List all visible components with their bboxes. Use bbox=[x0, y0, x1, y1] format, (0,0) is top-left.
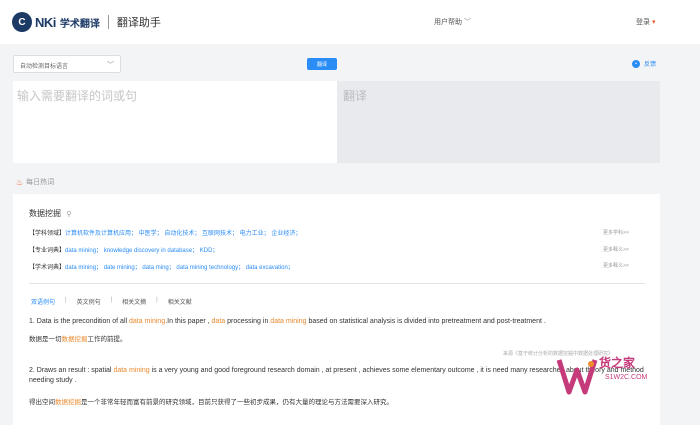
cnki-logo[interactable]: C NKi 学术翻译 翻译助手 bbox=[12, 12, 161, 32]
source-text-input[interactable] bbox=[13, 81, 337, 163]
logo-mark: C bbox=[12, 12, 32, 32]
tab-separator: | bbox=[65, 297, 67, 303]
language-select-value: 自动检测目标语言 bbox=[20, 64, 69, 70]
dict-row-subject: 【学科领域】计算机软件及计算机应用； 中医学； 自动化技术； 互联网技术； 电力… bbox=[29, 228, 301, 237]
tab-bilingual-examples[interactable]: 双语例句 bbox=[29, 297, 57, 306]
highlight-term: data mining bbox=[113, 367, 150, 374]
chevron-down-icon: ﹀ bbox=[463, 19, 471, 26]
example-text: processing in bbox=[225, 318, 271, 325]
daily-hot-label: 每日热词 bbox=[26, 179, 55, 186]
more-subjects-link[interactable]: 更多学科>> bbox=[603, 229, 629, 236]
dict-row-professional: 【专业词典】data mining； knowledge discovery i… bbox=[29, 245, 218, 254]
watermark-url: S1W2C.COM bbox=[605, 374, 648, 381]
language-select[interactable]: 自动检测目标语言 ﹀ bbox=[13, 55, 121, 73]
example-text: 工作的前提。 bbox=[87, 336, 127, 343]
translate-button[interactable]: 翻译 bbox=[307, 58, 337, 70]
logo-divider bbox=[107, 15, 109, 29]
nav-help-menu[interactable]: 用户帮助 ﹀ bbox=[434, 17, 471, 27]
example-text: based on statistical analysis is divided… bbox=[306, 318, 546, 325]
tab-separator: | bbox=[110, 297, 113, 303]
tab-related-literature[interactable]: 相关文献 bbox=[166, 297, 194, 306]
dict-row-items[interactable]: data mining； date mining； data ming； dat… bbox=[65, 265, 294, 271]
search-icon[interactable]: ⚲ bbox=[66, 211, 71, 218]
more-definitions-link[interactable]: 更多释义>> bbox=[603, 246, 629, 253]
example-tabs: 双语例句 | 英文例句 | 相关文摘 | 相关文献 bbox=[29, 297, 194, 306]
dict-row-academic: 【学术词典】data mining； date mining； data min… bbox=[29, 262, 294, 271]
site-watermark: 货之家 S1W2C.COM bbox=[555, 352, 690, 407]
translation-placeholder: 翻译 bbox=[343, 89, 368, 103]
highlight-term: data mining bbox=[270, 318, 307, 325]
tab-english-examples[interactable]: 英文例句 bbox=[75, 297, 103, 306]
dict-row-tag: 【学术词典】 bbox=[29, 265, 66, 271]
example-text: .In this paper , bbox=[165, 318, 212, 325]
example-sentence-en: 2. Draws an result : spatial data mining… bbox=[29, 366, 644, 386]
nav-help-label: 用户帮助 bbox=[434, 19, 462, 26]
daily-hot-title: ♨ 每日热词 bbox=[16, 177, 54, 187]
example-text: 2. Draws an result : spatial bbox=[29, 367, 114, 374]
highlight-term: 数据挖掘 bbox=[55, 399, 81, 406]
nav-login-label: 登录 bbox=[636, 19, 650, 26]
chevron-down-icon: ▾ bbox=[651, 19, 656, 26]
translation-output: 翻译 bbox=[337, 81, 660, 163]
feedback-label: 反馈 bbox=[644, 62, 657, 68]
tab-separator: | bbox=[156, 297, 158, 303]
dict-row-tag: 【学科领域】 bbox=[29, 231, 66, 237]
dict-row-items[interactable]: 计算机软件及计算机应用； 中医学； 自动化技术； 互联网技术； 电力工业； 企业… bbox=[65, 231, 301, 237]
feedback-link[interactable]: • 反馈 bbox=[632, 59, 656, 68]
flame-icon: ♨ bbox=[16, 177, 24, 187]
highlight-term: data mining bbox=[129, 318, 166, 325]
top-header: C NKi 学术翻译 翻译助手 用户帮助 ﹀ 登录 ▾ bbox=[0, 0, 700, 44]
more-definitions-link[interactable]: 更多释义>> bbox=[603, 262, 629, 269]
watermark-text: 货之家 bbox=[599, 356, 636, 370]
logo-sub: 学术翻译 bbox=[59, 18, 100, 30]
example-text: 1. Data is the precondition of all bbox=[29, 318, 130, 325]
feedback-icon: • bbox=[632, 59, 640, 68]
example-text: 数据是一切 bbox=[29, 336, 62, 343]
logo-brand: NKi bbox=[35, 14, 56, 30]
hot-word-term: 数据挖掘 ⚲ bbox=[29, 208, 71, 219]
example-sentence-zh: 得出空间数据挖掘是一个非常年轻而富有前景的研究领域，目前只获得了一些初步成果，仍… bbox=[29, 396, 393, 406]
example-text: 是一个非常年轻而富有前景的研究领域，目前只获得了一些初步成果，仍有大量的理论与方… bbox=[81, 399, 393, 406]
term-text: 数据挖掘 bbox=[29, 209, 61, 218]
chevron-down-icon: ﹀ bbox=[107, 62, 114, 69]
section-divider bbox=[29, 283, 645, 284]
tab-related-abstracts[interactable]: 相关文摘 bbox=[120, 297, 148, 306]
highlight-term: data bbox=[211, 318, 226, 325]
nav-login-menu[interactable]: 登录 ▾ bbox=[636, 17, 655, 27]
tool-name: 翻译助手 bbox=[116, 17, 161, 29]
dict-row-tag: 【专业词典】 bbox=[29, 248, 66, 254]
example-sentence-en: 1. Data is the precondition of all data … bbox=[29, 317, 644, 327]
highlight-term: 数据挖掘 bbox=[61, 336, 88, 343]
watermark-logo-icon bbox=[556, 359, 598, 395]
example-text: is a very young and good foreground rese… bbox=[149, 367, 565, 374]
example-sentence-zh: 数据是一切数据挖掘工作的前提。 bbox=[29, 333, 127, 343]
dict-row-items[interactable]: data mining； knowledge discovery in data… bbox=[65, 248, 218, 254]
example-text: 得出空间 bbox=[29, 399, 55, 406]
source-text-panel bbox=[13, 81, 337, 163]
